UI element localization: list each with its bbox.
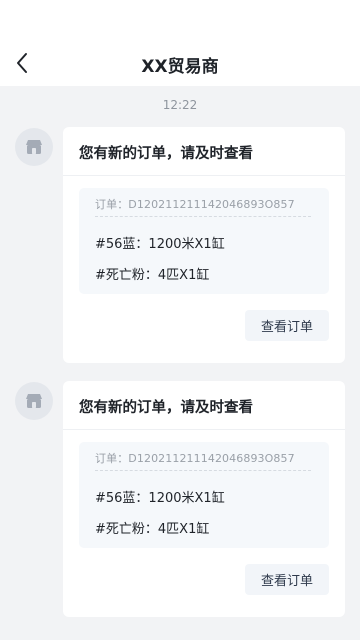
avatar — [15, 382, 53, 420]
store-icon — [26, 140, 42, 154]
order-line-item: #死亡粉：4匹X1缸 — [95, 522, 210, 537]
dashed-divider — [95, 216, 311, 217]
order-line-item: #56蓝：1200米X1缸 — [95, 491, 225, 506]
order-line-item: #56蓝：1200米X1缸 — [95, 237, 225, 252]
message-feed: 12:22 您有新的订单，请及时查看 订单：D12021121114204689… — [0, 86, 360, 632]
view-order-button[interactable]: 查看订单 — [245, 310, 329, 341]
top-bar: XX贸易商 — [0, 0, 360, 86]
order-line-item: #死亡粉：4匹X1缸 — [95, 268, 210, 283]
order-notification-card: 您有新的订单，请及时查看 订单：D120211211142046893O857 … — [63, 381, 345, 617]
notification-title: 您有新的订单，请及时查看 — [79, 400, 253, 416]
order-id: 订单：D120211211142046893O857 — [95, 198, 295, 211]
divider — [63, 429, 345, 430]
page-title: XX贸易商 — [141, 57, 219, 77]
message-timestamp: 12:22 — [162, 98, 198, 112]
view-order-button[interactable]: 查看订单 — [245, 564, 329, 595]
dashed-divider — [95, 470, 311, 471]
store-icon — [26, 394, 42, 408]
message-item: 您有新的订单，请及时查看 订单：D120211211142046893O857 … — [0, 378, 360, 632]
order-id: 订单：D120211211142046893O857 — [95, 452, 295, 465]
order-summary: 订单：D120211211142046893O857 #56蓝：1200米X1缸… — [79, 188, 329, 294]
notification-title: 您有新的订单，请及时查看 — [79, 146, 253, 162]
order-notification-card: 您有新的订单，请及时查看 订单：D120211211142046893O857 … — [63, 127, 345, 363]
message-item: 您有新的订单，请及时查看 订单：D120211211142046893O857 … — [0, 124, 360, 378]
avatar — [15, 128, 53, 166]
divider — [63, 175, 345, 176]
order-summary: 订单：D120211211142046893O857 #56蓝：1200米X1缸… — [79, 442, 329, 548]
